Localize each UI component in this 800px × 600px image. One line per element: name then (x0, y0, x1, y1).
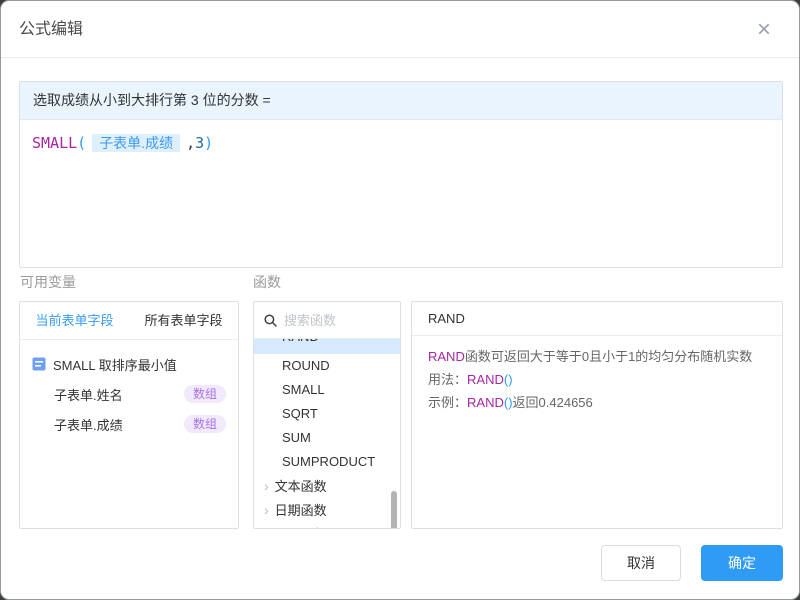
function-detail-body: RAND函数可返回大于等于0且小于1的均匀分布随机实数 用法：RAND() 示例… (412, 336, 782, 423)
function-item[interactable]: SUMPRODUCT (254, 450, 400, 474)
variable-label: 子表单.姓名 (54, 385, 123, 404)
formula-close-paren: ) (204, 134, 213, 152)
formula-code-area[interactable]: SMALL( 子表单.成绩,3) (20, 120, 782, 166)
search-icon (264, 314, 277, 327)
form-icon (32, 357, 46, 371)
formula-function-name: SMALL (32, 134, 77, 152)
close-icon[interactable]: × (749, 15, 779, 45)
function-item[interactable]: SQRT (254, 402, 400, 426)
functions-panel: RAND ROUND SMALL SQRT SUM SUMPRODUCT ›文本… (253, 301, 401, 529)
variables-section-label: 可用变量 (20, 272, 76, 292)
functions-section-label: 函数 (253, 272, 281, 292)
tab-current-form-fields[interactable]: 当前表单字段 (20, 302, 129, 339)
search-input[interactable] (284, 313, 390, 328)
formula-editor-block: 选取成绩从小到大排行第 3 位的分数 = SMALL( 子表单.成绩,3) (19, 81, 783, 268)
formula-number-arg: 3 (195, 134, 204, 152)
variables-panel: 当前表单字段 所有表单字段 SMALL 取排序最小值 子表单.姓名 数组 子表单… (19, 301, 239, 529)
scrollbar-thumb[interactable] (391, 491, 397, 529)
function-category-logic[interactable]: ›逻辑函数 (254, 522, 400, 529)
function-category-date[interactable]: ›日期函数 (254, 498, 400, 522)
function-detail-title: RAND (412, 302, 782, 336)
dialog-titlebar: 公式编辑 × (1, 1, 799, 58)
variables-list: SMALL 取排序最小值 子表单.姓名 数组 子表单.成绩 数组 (20, 340, 238, 439)
chevron-right-icon: › (264, 502, 269, 518)
function-description: RAND函数可返回大于等于0且小于1的均匀分布随机实数 (428, 345, 766, 368)
tab-all-form-fields[interactable]: 所有表单字段 (129, 302, 238, 339)
dialog-title: 公式编辑 (19, 1, 83, 58)
formula-field-token[interactable]: 子表单.成绩 (92, 134, 180, 152)
formula-edit-dialog: 公式编辑 × 选取成绩从小到大排行第 3 位的分数 = SMALL(子表单.成绩… (0, 0, 800, 600)
function-item[interactable]: SUM (254, 426, 400, 450)
array-badge: 数组 (184, 415, 226, 433)
function-item[interactable]: ROUND (254, 354, 400, 378)
function-search-box[interactable] (254, 302, 400, 339)
variable-group-row[interactable]: SMALL 取排序最小值 (20, 349, 238, 379)
chevron-right-icon: › (264, 526, 269, 529)
variable-row-score[interactable]: 子表单.成绩 数组 (20, 409, 238, 439)
variable-label: 子表单.成绩 (54, 415, 123, 434)
function-example: 示例：RAND()返回0.424656 (428, 391, 766, 414)
function-category-text[interactable]: ›文本函数 (254, 474, 400, 498)
variable-group-label: SMALL 取排序最小值 (53, 355, 177, 374)
confirm-button[interactable]: 确定 (701, 545, 783, 581)
array-badge: 数组 (184, 385, 226, 403)
function-detail-panel: RAND RAND函数可返回大于等于0且小于1的均匀分布随机实数 用法：RAND… (411, 301, 783, 529)
variables-tabs: 当前表单字段 所有表单字段 (20, 302, 238, 340)
function-list: RAND ROUND SMALL SQRT SUM SUMPRODUCT ›文本… (254, 339, 400, 529)
formula-hint-bar: 选取成绩从小到大排行第 3 位的分数 = (20, 82, 782, 120)
chevron-right-icon: › (264, 478, 269, 494)
function-usage: 用法：RAND() (428, 368, 766, 391)
formula-comma: , (186, 134, 195, 152)
variable-row-name[interactable]: 子表单.姓名 数组 (20, 379, 238, 409)
function-item-selected[interactable]: RAND (254, 339, 400, 354)
formula-open-paren: ( (77, 134, 86, 152)
function-item[interactable]: SMALL (254, 378, 400, 402)
cancel-button[interactable]: 取消 (601, 545, 681, 581)
